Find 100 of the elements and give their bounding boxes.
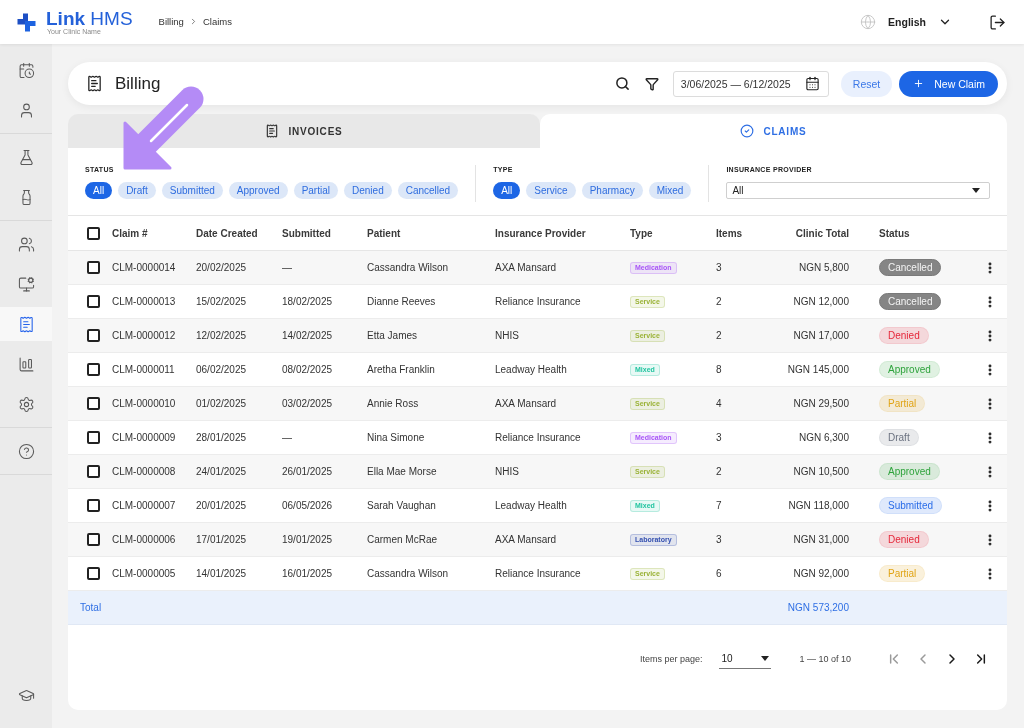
checkbox[interactable]	[87, 567, 100, 580]
table-cell: 01/02/2025	[196, 398, 247, 409]
table-cell: 18/02/2025	[282, 296, 333, 307]
table-cell: 3	[716, 262, 722, 273]
checkbox[interactable]	[87, 261, 100, 274]
status-badge: Cancelled	[879, 259, 942, 276]
table-cell: Etta James	[367, 330, 418, 341]
help-icon	[17, 442, 35, 460]
filter-chip[interactable]: Pharmacy	[581, 182, 643, 199]
table-cell: Ella Mae Morse	[367, 466, 437, 477]
table-cell: CLM-0000008	[112, 466, 176, 477]
table-cell: CLM-0000007	[112, 500, 176, 511]
filter-chip[interactable]: Mixed	[648, 182, 692, 199]
filter-chip[interactable]: Service	[526, 182, 576, 199]
sidebar-item[interactable]	[0, 307, 52, 341]
receipt-icon	[86, 75, 103, 92]
status-badge: Draft	[879, 429, 919, 446]
page-title: Billing	[115, 73, 161, 94]
checkbox[interactable]	[87, 499, 100, 512]
checkbox[interactable]	[87, 465, 100, 478]
table-cell: 4	[716, 398, 722, 409]
table-cell: 3	[716, 534, 722, 545]
tab[interactable]: CLAIMS	[540, 114, 1007, 148]
table-cell: 15/02/2025	[196, 296, 247, 307]
new-claim-button[interactable]: New Claim	[899, 70, 998, 97]
column-header: Insurance Provider	[495, 227, 586, 239]
checkbox[interactable]	[87, 397, 100, 410]
table-cell: NGN 12,000	[793, 296, 849, 307]
column-header: Status	[879, 227, 910, 239]
status-badge: Partial	[879, 565, 926, 582]
column-header: Date Created	[196, 227, 258, 239]
logout-icon[interactable]	[989, 13, 1006, 31]
per-page-select[interactable]: 10	[719, 649, 772, 669]
table-cell: 06/02/2025	[196, 364, 247, 375]
date-range-field[interactable]: 3/06/2025 — 6/12/2025	[672, 70, 829, 97]
table-cell: 3	[716, 432, 722, 443]
breadcrumb-current: Claims	[202, 16, 232, 27]
table-cell: Reliance Insurance	[495, 432, 581, 443]
table-cell: CLM-0000013	[112, 296, 176, 307]
caret-down-icon	[761, 656, 770, 661]
checkbox[interactable]	[87, 226, 100, 240]
table-cell: Annie Ross	[367, 398, 419, 409]
table-cell: 8	[716, 364, 722, 375]
table-cell: NGN 118,000	[788, 500, 849, 511]
status-badge: Approved	[879, 463, 940, 480]
status-badge: Partial	[879, 395, 926, 412]
table-cell: CLM-0000009	[112, 432, 176, 443]
table-cell: NGN 92,000	[793, 568, 849, 579]
status-badge: Denied	[879, 327, 929, 344]
tab[interactable]: INVOICES	[68, 114, 540, 148]
table-cell: NGN 17,000	[793, 330, 849, 341]
table-cell: 14/01/2025	[196, 568, 247, 579]
checkbox[interactable]	[87, 363, 100, 376]
filter-chip[interactable]: Approved	[228, 182, 288, 199]
table-cell: CLM-0000006	[112, 534, 176, 545]
table-cell: 17/01/2025	[196, 534, 247, 545]
monitor-icon	[17, 275, 35, 293]
table-cell: 20/02/2025	[196, 262, 247, 273]
checkbox[interactable]	[87, 431, 100, 444]
status-badge: Denied	[879, 531, 929, 548]
receipt-icon	[265, 124, 280, 138]
provider-select[interactable]: All	[726, 182, 990, 199]
filter-chip[interactable]: Draft	[118, 182, 156, 199]
per-page-label: Items per page:	[639, 654, 703, 664]
checkbox[interactable]	[87, 329, 100, 342]
table-cell: 08/02/2025	[282, 364, 333, 375]
settings-icon	[17, 395, 35, 413]
table-cell: 26/01/2025	[282, 466, 333, 477]
filter-chip[interactable]: All	[85, 182, 113, 199]
status-badge: Submitted	[879, 497, 943, 514]
table-cell: CLM-0000011	[112, 364, 175, 375]
table-cell: 7	[716, 500, 722, 511]
table-cell: Cassandra Wilson	[367, 568, 449, 579]
reset-button[interactable]: Reset	[840, 70, 893, 97]
table-cell: Leadway Health	[495, 364, 567, 375]
breadcrumb-link[interactable]: Billing	[158, 16, 184, 27]
filter-chip[interactable]: Cancelled	[397, 182, 459, 199]
table-cell: —	[282, 262, 292, 273]
filter-chip[interactable]: Submitted	[161, 182, 223, 199]
table-cell: NGN 5,800	[798, 262, 849, 273]
table-cell: —	[282, 432, 292, 443]
table-cell: CLM-0000005	[112, 568, 176, 579]
filter-chip[interactable]: Partial	[293, 182, 338, 199]
caret-down-icon	[972, 188, 980, 193]
table-cell: NGN 6,300	[798, 432, 849, 443]
check-circle-icon	[740, 124, 755, 138]
table-cell: Aretha Franklin	[367, 364, 435, 375]
table-cell: NGN 31,000	[793, 534, 849, 545]
checkbox[interactable]	[87, 295, 100, 308]
filter-chip[interactable]: All	[493, 182, 521, 199]
search-icon[interactable]	[614, 76, 630, 91]
plus-icon	[913, 78, 925, 89]
table-cell: 2	[716, 296, 722, 307]
table-cell: Sarah Vaughan	[367, 500, 436, 511]
filter-icon[interactable]	[644, 76, 659, 91]
app-name: Link HMS	[46, 8, 133, 28]
language-selector[interactable]: English	[860, 14, 952, 30]
filter-chip[interactable]: Denied	[344, 182, 392, 199]
checkbox[interactable]	[87, 533, 100, 546]
table-cell: NGN 145,000	[787, 364, 849, 375]
